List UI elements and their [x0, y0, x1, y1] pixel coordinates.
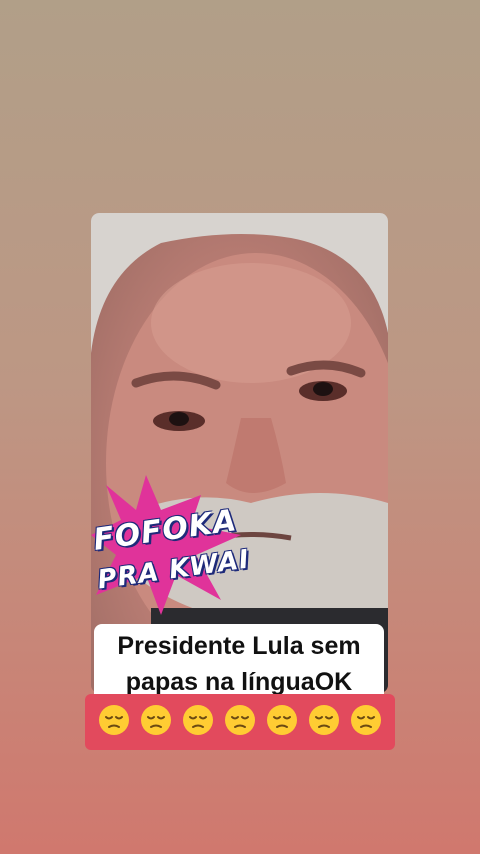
portrait-photo: [91, 213, 388, 693]
pensive-face-icon[interactable]: [223, 703, 257, 742]
pensive-face-icon[interactable]: [265, 703, 299, 742]
pensive-face-icon[interactable]: [97, 703, 131, 742]
pensive-face-icon[interactable]: [349, 703, 383, 742]
caption-text: Presidente Lula sem papas na línguaOK: [117, 632, 361, 694]
pensive-face-icon[interactable]: [181, 703, 215, 742]
post-image-card[interactable]: FOFOKA PRA KWAI: [91, 213, 388, 693]
caption-box: Presidente Lula sem papas na línguaOK: [94, 624, 384, 694]
pensive-face-icon[interactable]: [307, 703, 341, 742]
reaction-bar[interactable]: [85, 694, 395, 750]
pensive-face-icon[interactable]: [139, 703, 173, 742]
